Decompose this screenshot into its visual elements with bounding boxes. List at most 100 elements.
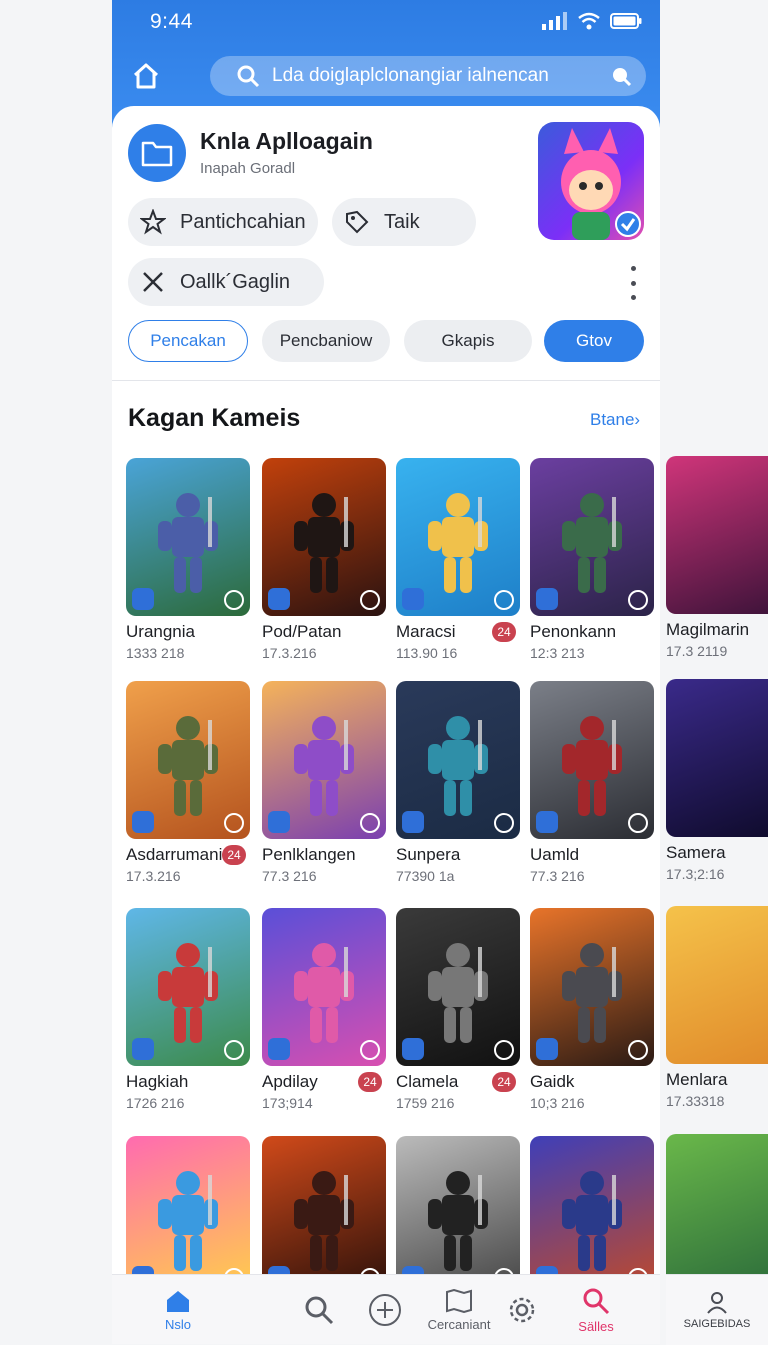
game-thumbnail[interactable] bbox=[666, 456, 768, 614]
compass-icon bbox=[224, 1040, 244, 1060]
game-thumbnail[interactable] bbox=[530, 908, 654, 1066]
character-art bbox=[552, 710, 632, 825]
nav-label: Nslo bbox=[164, 1316, 191, 1332]
platform-badge-icon bbox=[268, 811, 290, 833]
game-card[interactable]: Samera 17.3;2:16 bbox=[666, 679, 768, 882]
home-icon bbox=[167, 1290, 189, 1312]
compass-icon bbox=[494, 813, 514, 833]
pill-taik[interactable]: Taik bbox=[332, 198, 476, 246]
game-card[interactable]: Uamld 77.3 216 bbox=[530, 681, 654, 884]
see-more-link[interactable]: Btane› bbox=[590, 410, 640, 430]
game-title: Pod/Patan bbox=[262, 622, 342, 641]
game-card[interactable]: Penlklangen 77.3 216 bbox=[262, 681, 386, 884]
game-card[interactable] bbox=[396, 1136, 520, 1294]
divider bbox=[112, 380, 660, 381]
game-thumbnail[interactable] bbox=[396, 1136, 520, 1294]
game-card[interactable]: Menlara 17.33318 bbox=[666, 906, 768, 1109]
tab-gkapis[interactable]: Gkapis bbox=[404, 320, 532, 362]
nav-search[interactable] bbox=[298, 1275, 340, 1344]
platform-badge-icon bbox=[402, 588, 424, 610]
character-art bbox=[418, 710, 498, 825]
game-card[interactable]: Magilmarin 17.3 2119 bbox=[666, 456, 768, 659]
game-thumbnail[interactable] bbox=[530, 681, 654, 839]
game-thumbnail[interactable] bbox=[396, 458, 520, 616]
swords-icon bbox=[140, 269, 170, 295]
character-art bbox=[148, 487, 228, 602]
star-icon bbox=[140, 209, 170, 235]
game-card[interactable]: Gaidk 10;3 216 bbox=[530, 908, 654, 1111]
signal-icon bbox=[542, 11, 568, 35]
nav-home[interactable]: Nslo bbox=[152, 1275, 204, 1344]
more-options-icon[interactable] bbox=[626, 266, 640, 300]
search-input[interactable]: Lda doiglaplclonangiar ialnencan bbox=[272, 65, 608, 87]
nav-add[interactable] bbox=[364, 1275, 406, 1344]
nav-cercaniant[interactable]: Cercaniant bbox=[424, 1275, 494, 1344]
game-thumbnail[interactable] bbox=[666, 679, 768, 837]
bottom-nav: Nslo Cercaniant Sälles bbox=[112, 1274, 660, 1344]
nav-settings[interactable] bbox=[506, 1275, 538, 1344]
compass-icon bbox=[360, 813, 380, 833]
game-thumbnail[interactable] bbox=[262, 908, 386, 1066]
game-thumbnail[interactable] bbox=[126, 1136, 250, 1294]
game-thumbnail[interactable] bbox=[396, 908, 520, 1066]
platform-badge-icon bbox=[402, 811, 424, 833]
gear-icon bbox=[509, 1297, 535, 1323]
nav-salles[interactable]: Sälles bbox=[570, 1275, 622, 1344]
game-thumbnail[interactable] bbox=[126, 908, 250, 1066]
game-thumbnail[interactable] bbox=[396, 681, 520, 839]
game-card[interactable] bbox=[126, 1136, 250, 1294]
game-title: Urangnia bbox=[126, 622, 195, 641]
game-card[interactable] bbox=[262, 1136, 386, 1294]
app-icon[interactable] bbox=[128, 124, 186, 182]
search-bar[interactable]: Lda doiglaplclonangiar ialnencan bbox=[210, 56, 646, 96]
home-button[interactable] bbox=[126, 56, 166, 96]
game-thumbnail[interactable] bbox=[262, 1136, 386, 1294]
game-card[interactable]: Clamela 1759 216 24 bbox=[396, 908, 520, 1111]
search-icon bbox=[305, 1296, 334, 1325]
nav-label: Sälles bbox=[578, 1318, 614, 1334]
game-meta: 17.3;2:16 bbox=[666, 866, 725, 882]
game-card[interactable] bbox=[666, 1134, 768, 1292]
app-card: Knla Aplloagain Inapah Goradl Pantichcah… bbox=[112, 106, 660, 380]
game-card[interactable]: Maracsi 113.90 16 24 bbox=[396, 458, 520, 661]
game-thumbnail[interactable] bbox=[126, 458, 250, 616]
game-thumbnail[interactable] bbox=[262, 458, 386, 616]
game-card[interactable]: Urangnia 1333 218 bbox=[126, 458, 250, 661]
game-thumbnail[interactable] bbox=[530, 1136, 654, 1294]
tab-pencbaniow[interactable]: Pencbaniow bbox=[262, 320, 390, 362]
pill-pantichcahian[interactable]: Pantichcahian bbox=[128, 198, 318, 246]
game-card[interactable]: Hagkiah 1726 216 bbox=[126, 908, 250, 1111]
voice-search-icon[interactable] bbox=[608, 63, 634, 89]
game-thumbnail[interactable] bbox=[666, 906, 768, 1064]
game-card[interactable]: Penonkann 12:3 213 bbox=[530, 458, 654, 661]
game-thumbnail[interactable] bbox=[530, 458, 654, 616]
pill-oallk-gaglin[interactable]: Oallk´Gaglin bbox=[128, 258, 324, 306]
rating-badge: 24 bbox=[222, 845, 246, 865]
character-art bbox=[552, 1165, 632, 1280]
game-meta: 17.3 2119 bbox=[666, 643, 728, 659]
compass-icon bbox=[494, 590, 514, 610]
game-thumbnail[interactable] bbox=[666, 1134, 768, 1292]
game-card[interactable] bbox=[530, 1136, 654, 1294]
nav-label: SAIGEBIDAS bbox=[683, 1318, 751, 1330]
game-card[interactable]: Asdarrumani 17.3.216 24 bbox=[126, 681, 250, 884]
section-title: Kagan Kameis bbox=[128, 404, 301, 432]
game-thumbnail[interactable] bbox=[262, 681, 386, 839]
game-title: Hagkiah bbox=[126, 1072, 189, 1091]
game-thumbnail[interactable] bbox=[126, 681, 250, 839]
nav-profile[interactable]: SAIGEBIDAS bbox=[666, 1274, 768, 1345]
game-card[interactable]: Sunpera 77390 1a bbox=[396, 681, 520, 884]
status-time: 9:44 bbox=[150, 10, 193, 33]
game-meta: 1726 216 bbox=[126, 1095, 185, 1111]
tab-gtov[interactable]: Gtov bbox=[544, 320, 644, 362]
compass-icon bbox=[494, 1040, 514, 1060]
compass-icon bbox=[628, 813, 648, 833]
compass-icon bbox=[224, 813, 244, 833]
user-icon bbox=[707, 1292, 727, 1314]
tab-pencakan[interactable]: Pencakan bbox=[128, 320, 248, 362]
game-card[interactable]: Apdilay 173;914 24 bbox=[262, 908, 386, 1111]
wifi-icon bbox=[578, 12, 600, 35]
game-card[interactable]: Pod/Patan 17.3.216 bbox=[262, 458, 386, 661]
character-art bbox=[284, 1165, 364, 1280]
featured-game-art[interactable] bbox=[538, 122, 644, 240]
